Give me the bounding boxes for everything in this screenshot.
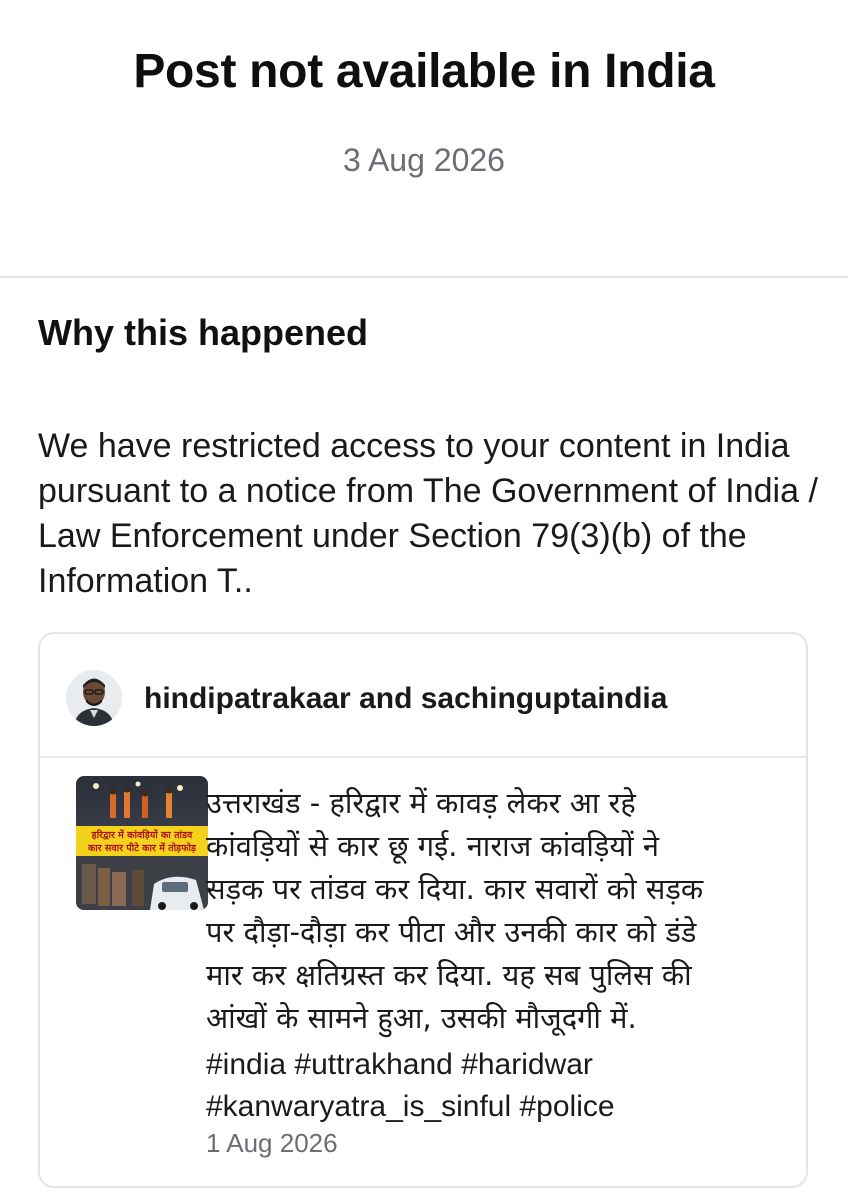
post-authors[interactable]: hindipatrakaar and sachinguptaindia: [144, 682, 667, 716]
notice-date: 3 Aug 2026: [343, 142, 505, 178]
page-title: Post not available in India: [133, 45, 715, 98]
post-hashtags: #india #uttrakhand #haridwar #kanwaryatr…: [206, 1044, 796, 1128]
post-body-line: मार कर क्षतिग्रस्त कर दिया. यह सब पुलिस …: [206, 958, 692, 992]
restricted-post-card[interactable]: hindipatrakaar and sachinguptaindia हरिद…: [38, 632, 808, 1188]
post-card-header: hindipatrakaar and sachinguptaindia: [40, 634, 806, 756]
thumbnail-image: हरिद्वार में कांवड़ियों का तांडव कार सवा…: [76, 776, 208, 910]
card-divider: [40, 756, 806, 758]
restriction-explanation[interactable]: We have restricted access to your conten…: [38, 424, 828, 604]
avatar-image: [66, 670, 122, 726]
post-date: 1 Aug 2026: [206, 1128, 338, 1158]
post-body-line: कांवड़ियों से कार छू गई. नाराज कांवड़ियो…: [206, 829, 660, 863]
post-thumbnail[interactable]: हरिद्वार में कांवड़ियों का तांडव कार सवा…: [76, 776, 208, 910]
header: Post not available in India 3 Aug 2026: [0, 0, 848, 276]
post-body-line: पर दौड़ा-दौड़ा कर पीटा और उनकी कार को डं…: [206, 915, 697, 949]
post-body: उत्तराखंड - हरिद्वार में कावड़ लेकर आ रह…: [206, 782, 796, 911]
avatar[interactable]: [66, 670, 122, 726]
thumbnail-caption-2: कार सवार पीटे कार में तोड़फोड़: [87, 842, 197, 854]
hashtag-line[interactable]: #india #uttrakhand #haridwar: [206, 1044, 796, 1086]
divider: [0, 276, 848, 278]
thumbnail-caption-1: हरिद्वार में कांवड़ियों का तांडव: [91, 829, 193, 841]
post-body-line: आंखों के सामने हुआ, उसकी मौजूदगी में.: [206, 1001, 637, 1035]
post-body-continued: पर दौड़ा-दौड़ा कर पीटा और उनकी कार को डं…: [206, 911, 796, 1040]
section-heading: Why this happened: [38, 312, 369, 353]
hashtag-line[interactable]: #kanwaryatra_is_sinful #police: [206, 1086, 796, 1128]
post-body-line: उत्तराखंड - हरिद्वार में कावड़ लेकर आ रह…: [206, 786, 636, 820]
post-body-line: सड़क पर तांडव कर दिया. कार सवारों को सड़…: [206, 872, 704, 906]
